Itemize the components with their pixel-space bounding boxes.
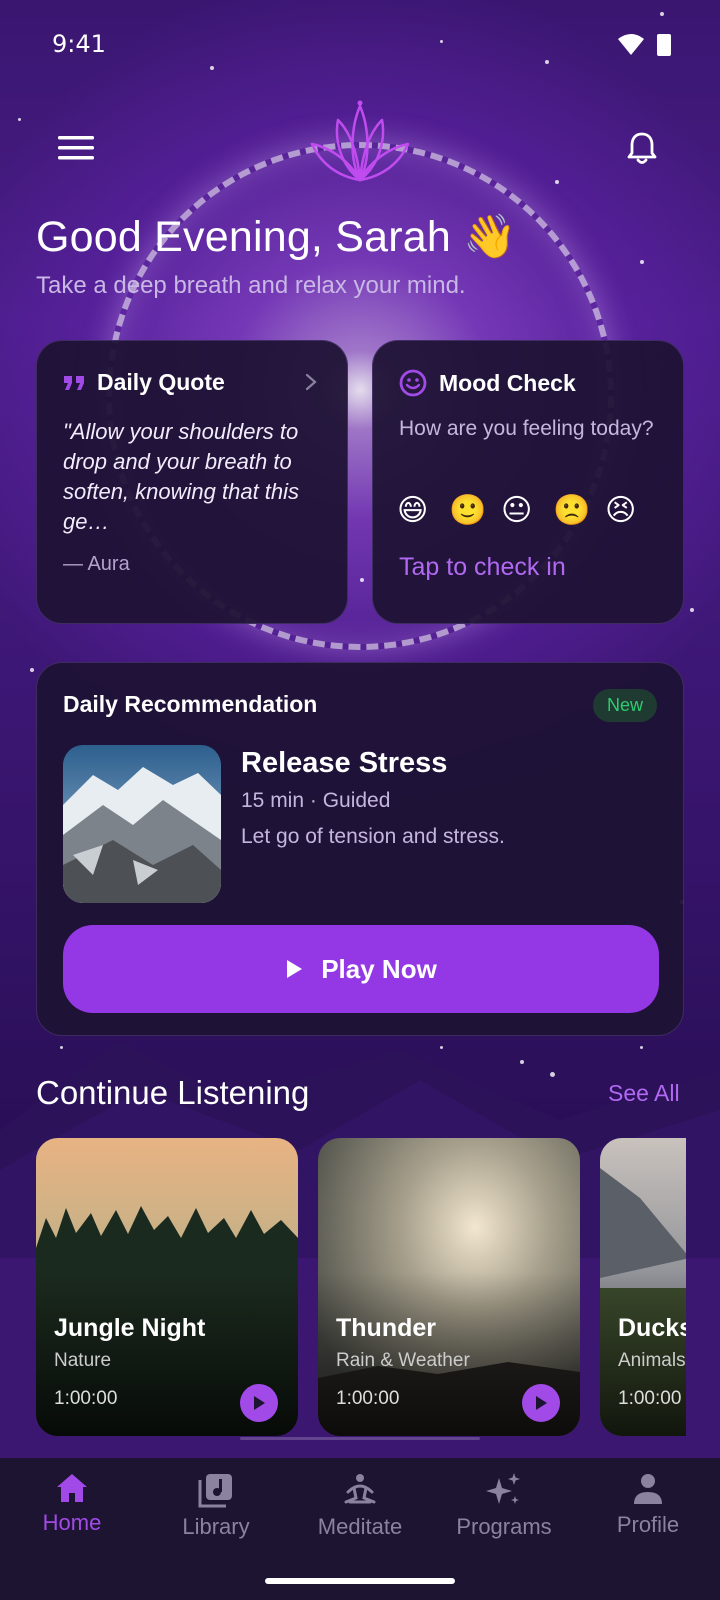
track-duration: 1:00:00: [336, 1388, 400, 1409]
recommendation-meta: 15 min · Guided: [241, 789, 391, 812]
track-duration: 1:00:00: [618, 1388, 682, 1409]
continue-listening-carousel[interactable]: Jungle Night Nature 1:00:00 Thunder Rain…: [36, 1138, 686, 1436]
play-icon: [254, 1396, 265, 1410]
nav-item-library[interactable]: Library: [144, 1472, 288, 1540]
quote-author: — Aura: [63, 553, 130, 575]
profile-icon: [634, 1474, 662, 1504]
home-icon: [57, 1474, 87, 1502]
recommendation-title: Daily Recommendation: [63, 691, 318, 717]
status-bar: 9:41: [0, 0, 720, 90]
mood-emoji-upset[interactable]: 😣: [605, 493, 636, 528]
nav-item-profile[interactable]: Profile: [576, 1472, 720, 1538]
bell-icon: [627, 132, 657, 164]
carousel-scroll-indicator: [240, 1437, 480, 1440]
nav-item-programs[interactable]: Programs: [432, 1472, 576, 1540]
mood-check-in-link[interactable]: Tap to check in: [399, 553, 566, 582]
recommendation-name: Release Stress: [241, 747, 448, 779]
quote-text: "Allow your shoulders to drop and your b…: [63, 419, 300, 534]
notifications-button[interactable]: [618, 124, 666, 172]
hamburger-icon: [58, 136, 94, 160]
nav-label-home: Home: [42, 1510, 102, 1535]
nav-item-home[interactable]: Home: [0, 1472, 144, 1536]
wifi-icon: [618, 34, 644, 55]
play-icon: [536, 1396, 547, 1410]
mood-check-title: Mood Check: [439, 369, 576, 396]
battery-icon: [657, 34, 671, 56]
greeting-title: Good Evening, Sarah 👋: [36, 213, 517, 261]
sparkles-icon: [486, 1473, 520, 1504]
daily-quote-title: Daily Quote: [97, 369, 225, 395]
mood-emoji-neutral[interactable]: 😐: [501, 493, 532, 528]
status-time: 9:41: [52, 30, 106, 58]
home-indicator: [265, 1578, 455, 1584]
mood-check-card[interactable]: Mood Check How are you feeling today? 😄 …: [372, 340, 684, 624]
track-play-button[interactable]: [240, 1384, 278, 1422]
see-all-link[interactable]: See All: [608, 1080, 680, 1107]
nav-item-meditate[interactable]: Meditate: [288, 1472, 432, 1540]
track-play-button[interactable]: [522, 1384, 560, 1422]
track-card[interactable]: Ducks Animals 1:00:00: [600, 1138, 686, 1436]
library-icon: [198, 1474, 232, 1508]
track-title: Ducks: [618, 1314, 686, 1342]
quote-icon: [64, 375, 84, 390]
track-card[interactable]: Jungle Night Nature 1:00:00: [36, 1138, 298, 1436]
track-category: Nature: [54, 1350, 112, 1371]
new-badge: New: [592, 689, 657, 722]
play-icon: [287, 960, 303, 978]
track-category: Rain & Weather: [336, 1350, 470, 1371]
nav-label-meditate: Meditate: [317, 1514, 403, 1539]
menu-button[interactable]: [52, 124, 100, 172]
daily-quote-card[interactable]: Daily Quote "Allow your shoulders to dro…: [36, 340, 348, 624]
mood-emoji-very-happy[interactable]: 😄: [397, 493, 428, 528]
track-card[interactable]: Thunder Rain & Weather 1:00:00: [318, 1138, 580, 1436]
continue-listening-title: Continue Listening: [36, 1074, 310, 1111]
mood-question: How are you feeling today?: [399, 417, 654, 440]
nav-label-profile: Profile: [616, 1512, 680, 1537]
meditate-icon: [344, 1474, 376, 1504]
recommendation-description: Let go of tension and stress.: [241, 825, 505, 848]
track-title: Thunder: [336, 1314, 436, 1342]
nav-label-library: Library: [182, 1514, 250, 1539]
play-now-label: Play Now: [321, 953, 437, 984]
lotus-logo: [310, 100, 410, 182]
recommendation-thumbnail[interactable]: [63, 745, 221, 903]
track-category: Animals: [618, 1350, 686, 1371]
mood-emoji-happy[interactable]: 🙂: [449, 493, 486, 528]
nav-label-programs: Programs: [456, 1514, 552, 1539]
daily-recommendation-card: Daily Recommendation New Release Stress …: [36, 662, 684, 1036]
play-now-button[interactable]: Play Now: [63, 925, 659, 1013]
track-title: Jungle Night: [54, 1314, 206, 1342]
smiley-icon: [399, 369, 427, 397]
greeting-subtitle: Take a deep breath and relax your mind.: [36, 272, 466, 299]
chevron-right-icon[interactable]: [305, 373, 317, 391]
mood-emoji-sad[interactable]: 🙁: [553, 493, 590, 528]
track-duration: 1:00:00: [54, 1388, 118, 1409]
